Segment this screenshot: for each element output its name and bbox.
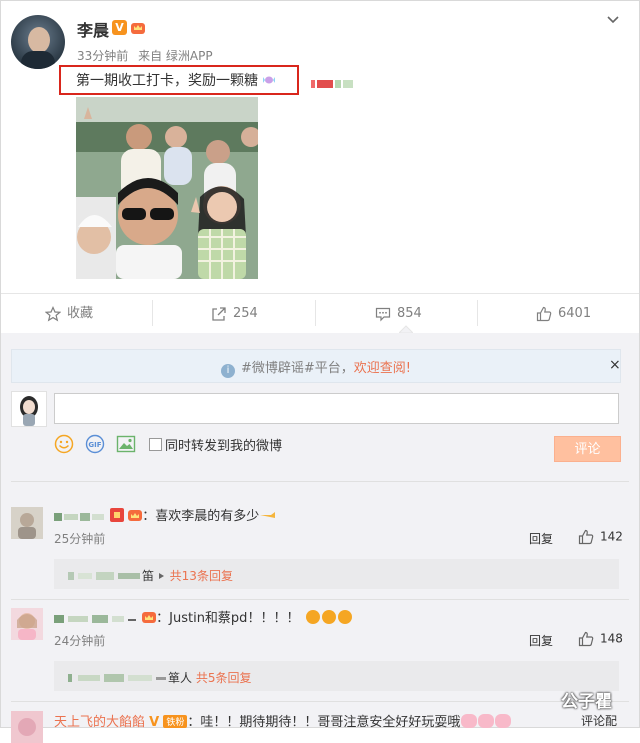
- post-text: 第一期收工打卡，奖励一颗糖: [76, 70, 276, 90]
- comment-reply-partial[interactable]: 评论配: [581, 712, 617, 729]
- comment-separator: [11, 599, 629, 600]
- star-icon: [45, 305, 61, 321]
- current-user-avatar[interactable]: [11, 391, 47, 427]
- fan-badge: 铁粉: [163, 715, 188, 728]
- sub-reply-count[interactable]: 共13条回复: [170, 569, 233, 583]
- thumbs-up-icon: [536, 306, 552, 321]
- rumor-notice-bar: i #微博辟谣#平台，欢迎查阅! ×: [11, 349, 621, 383]
- notice-text: #微博辟谣#平台，: [240, 361, 354, 376]
- post-meta: 33分钟前 来自 绿洲APP: [77, 47, 219, 64]
- info-icon: i: [220, 364, 235, 378]
- blurred-mention: [311, 73, 363, 88]
- comment-pointer-caret: [399, 325, 413, 333]
- comment-like-button[interactable]: 142: [578, 529, 623, 545]
- arrow-icon: [158, 573, 164, 579]
- comment-text-line: ：Justin和蔡pd！！！！: [54, 607, 352, 626]
- love-emoji-icon: [305, 610, 320, 624]
- action-divider: [477, 300, 478, 326]
- svg-text:GIF: GIF: [88, 441, 101, 449]
- close-icon[interactable]: ×: [609, 357, 621, 373]
- repost-checkbox-label[interactable]: 同时转发到我的微博: [165, 435, 282, 454]
- watermark: 公子瞿: [561, 692, 612, 712]
- comment-text-line: ：喜欢李晨的有多少: [54, 505, 277, 524]
- like-button[interactable]: 6401: [536, 294, 591, 334]
- sub-replies-summary[interactable]: 笛 共13条回复: [54, 559, 619, 589]
- repost-checkbox[interactable]: [149, 438, 162, 451]
- post-source: 来自 绿洲APP: [138, 49, 213, 63]
- post-time[interactable]: 33分钟前: [77, 49, 128, 63]
- pig-emoji-icon: [461, 714, 478, 728]
- notice-link[interactable]: 欢迎查阅!: [354, 361, 411, 376]
- thumbs-up-icon: [578, 529, 594, 545]
- comment-separator: [11, 701, 629, 702]
- comment-time: 25分钟前: [54, 532, 106, 546]
- sub-reply-author: [68, 674, 166, 682]
- pig-emoji-icon: [495, 714, 512, 728]
- action-divider: [315, 300, 316, 326]
- love-emoji-icon: [321, 610, 336, 624]
- love-emoji-icon: [337, 610, 352, 624]
- action-divider: [152, 300, 153, 326]
- commenter-name[interactable]: [54, 511, 106, 523]
- comment-time: 24分钟前: [54, 634, 106, 648]
- post-photo[interactable]: [76, 97, 258, 279]
- image-icon[interactable]: [116, 434, 136, 454]
- thumbs-up-icon: [578, 631, 594, 647]
- poster-username[interactable]: 李晨: [77, 17, 109, 41]
- fan-badge-icon: [110, 508, 125, 522]
- commenter-avatar[interactable]: [11, 507, 43, 539]
- comment-text-line: 天上飞的大餡餡 V 铁粉 ：哇！！期待期待！！哥哥注意安全好好玩耍哦: [54, 711, 512, 730]
- commenter-name[interactable]: [54, 613, 138, 625]
- repost-button[interactable]: 254: [211, 294, 258, 334]
- share-icon: [212, 306, 226, 321]
- sub-reply-count[interactable]: 共5条回复: [196, 671, 252, 685]
- comment-like-button[interactable]: 148: [578, 631, 623, 647]
- action-bar: 收藏 254 854 6401: [1, 293, 639, 334]
- comment-input[interactable]: [54, 393, 619, 424]
- comments-divider: [11, 481, 629, 482]
- weibo-post-card: 李晨 V 33分钟前 来自 绿洲APP 第一期收工打卡，奖励一颗糖 收藏 254…: [0, 0, 640, 743]
- comment-icon: [375, 307, 391, 321]
- verified-badge-icon: V: [112, 20, 127, 35]
- sub-replies-summary[interactable]: 箪人 共5条回复: [54, 661, 619, 691]
- commenter-avatar[interactable]: [11, 608, 43, 640]
- chevron-down-icon[interactable]: [606, 13, 620, 27]
- commenter-avatar[interactable]: [11, 711, 43, 743]
- vip-crown-icon: [131, 23, 145, 34]
- sub-reply-author: [68, 572, 140, 580]
- submit-comment-button[interactable]: 评论: [554, 436, 621, 462]
- reply-button[interactable]: 回复: [529, 530, 553, 547]
- pig-emoji-icon: [478, 714, 495, 728]
- pointing-hand-emoji-icon: [260, 512, 276, 518]
- favorite-button[interactable]: 收藏: [45, 294, 93, 334]
- candy-emoji-icon: [263, 76, 276, 84]
- gif-icon[interactable]: GIF: [85, 434, 105, 454]
- vip-crown-icon: [142, 612, 157, 623]
- emoji-icon[interactable]: [54, 434, 74, 454]
- poster-avatar[interactable]: [11, 15, 65, 69]
- vip-crown-icon: [128, 510, 143, 521]
- reply-button[interactable]: 回复: [529, 632, 553, 649]
